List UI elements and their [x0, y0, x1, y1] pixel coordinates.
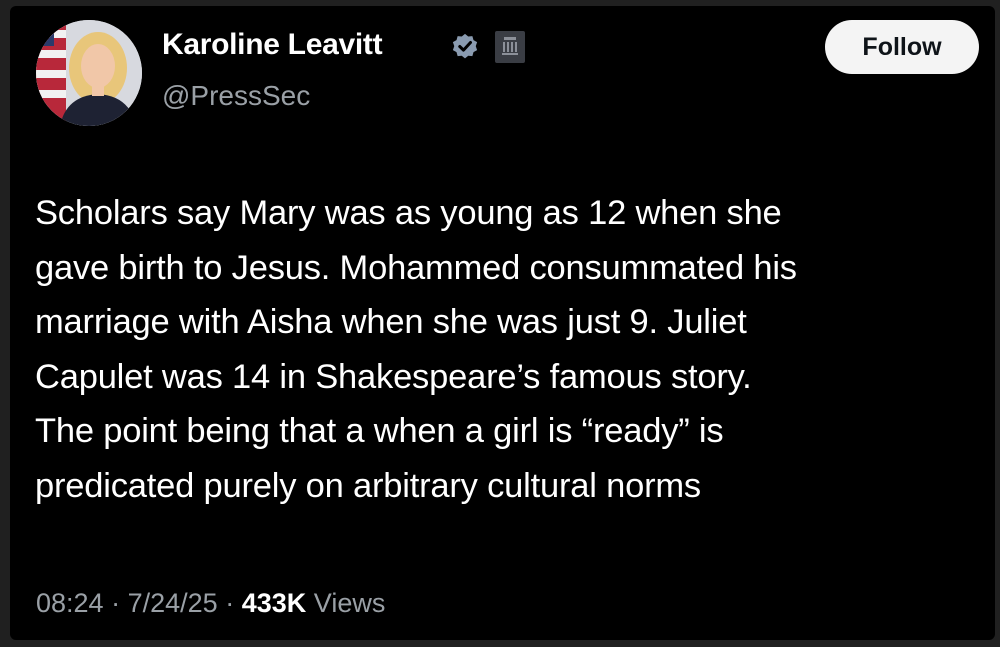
tweet-date[interactable]: 7/24/25 [128, 588, 218, 618]
tweet-meta: 08:24 · 7/24/25 · 433K Views [36, 588, 385, 619]
follow-button[interactable]: Follow [825, 20, 979, 74]
avatar-image [36, 20, 142, 126]
verified-badge-icon [452, 33, 478, 59]
views-count[interactable]: 433K [242, 588, 307, 618]
tweet-text-line: marriage with Aisha when she was just 9.… [35, 303, 747, 341]
tweet-text-line: predicated purely on arbitrary cultural … [35, 466, 701, 505]
avatar[interactable] [36, 20, 142, 126]
government-affiliate-badge-icon [495, 31, 525, 63]
tweet-text-line: gave birth to Jesus. Mohammed consummate… [35, 248, 797, 287]
author-name[interactable]: Karoline Leavitt [162, 28, 383, 62]
tweet-text-line: The point being that a when a girl is “r… [35, 412, 724, 450]
views-label: Views [313, 588, 386, 618]
meta-separator: · [225, 588, 235, 618]
tweet-text-line: Scholars say Mary was as young as 12 whe… [35, 194, 782, 232]
tweet-time[interactable]: 08:24 [36, 588, 104, 618]
tweet-text-line: Capulet was 14 in Shakespeare’s famous s… [35, 357, 752, 396]
author-handle[interactable]: @PressSec [162, 80, 310, 112]
meta-separator: · [111, 588, 121, 618]
tweet-card: Karoline Leavitt @PressSec Follow Schola… [10, 6, 995, 640]
tweet-text: Scholars say Mary was as young as 12 whe… [35, 186, 990, 513]
